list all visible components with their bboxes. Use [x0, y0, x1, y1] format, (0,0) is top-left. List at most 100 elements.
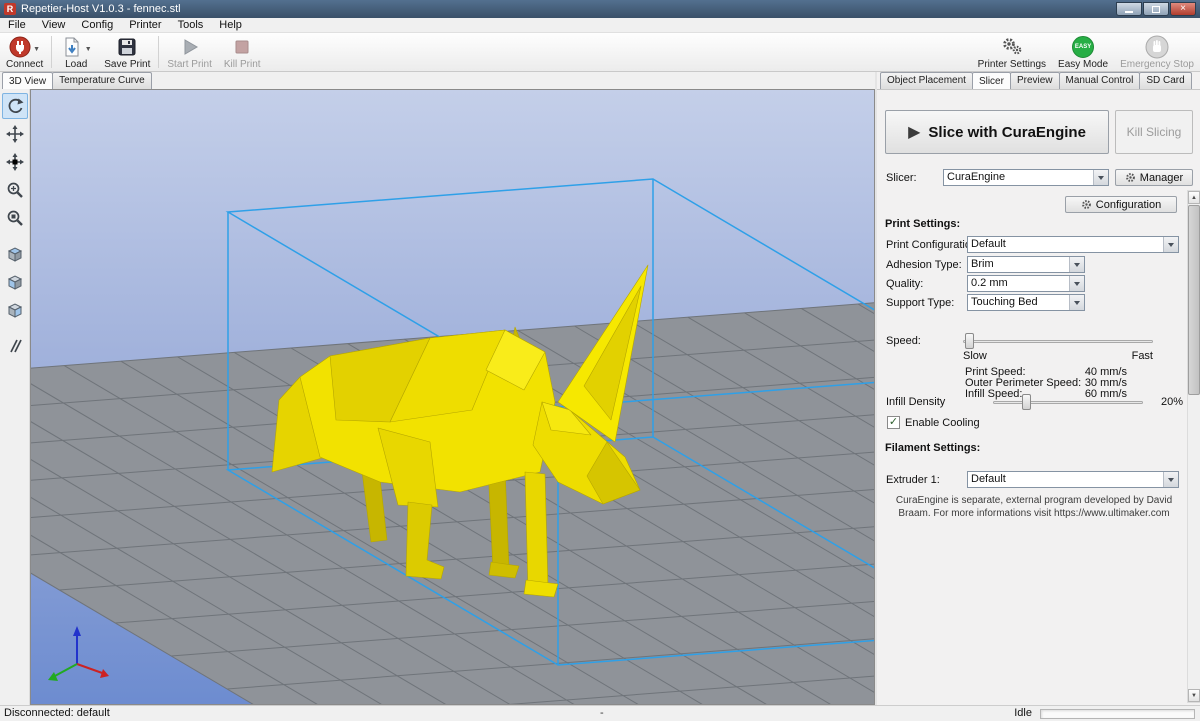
enable-cooling-checkbox[interactable] — [887, 416, 900, 429]
kill-print-icon — [231, 35, 253, 59]
menu-help[interactable]: Help — [211, 18, 250, 33]
menu-view[interactable]: View — [34, 18, 74, 33]
menu-config[interactable]: Config — [73, 18, 121, 33]
start-print-icon — [179, 35, 201, 59]
workspace: 3D View Temperature Curve — [0, 72, 1200, 705]
speed-slider[interactable] — [963, 332, 1153, 350]
infill-density-slider-thumb[interactable] — [1022, 394, 1031, 410]
isometric-cube-icon — [5, 244, 25, 264]
gear-icon — [1081, 199, 1092, 210]
move-object-button[interactable] — [2, 149, 28, 175]
connect-button[interactable]: ▼ Connect — [0, 33, 49, 71]
title-bar: R Repetier-Host V1.0.3 - fennec.stl × — [0, 0, 1200, 18]
easy-mode-button[interactable]: EASY Easy Mode — [1052, 33, 1114, 71]
printer-settings-button[interactable]: Printer Settings — [972, 33, 1052, 71]
rotate-icon — [5, 96, 25, 116]
tab-manual-control[interactable]: Manual Control — [1059, 72, 1141, 89]
menu-tools[interactable]: Tools — [170, 18, 212, 33]
gear-icon — [1125, 172, 1136, 183]
dropdown-arrow-icon[interactable] — [1163, 472, 1178, 487]
load-icon — [61, 35, 83, 59]
tab-slicer[interactable]: Slicer — [972, 72, 1011, 89]
quality-select[interactable]: 0.2 mm — [967, 275, 1085, 292]
app-logo-icon: R — [4, 3, 16, 15]
scrollbar-thumb[interactable] — [1188, 205, 1200, 395]
front-cube-icon — [5, 272, 25, 292]
dropdown-arrow-icon[interactable] — [1069, 257, 1084, 272]
print-configuration-select[interactable]: Default — [967, 236, 1179, 253]
rotate-view-button[interactable] — [2, 93, 28, 119]
menu-printer[interactable]: Printer — [121, 18, 169, 33]
scroll-down-icon[interactable]: ▼ — [1188, 689, 1200, 702]
scroll-up-icon[interactable]: ▲ — [1188, 191, 1200, 204]
dropdown-arrow-icon[interactable] — [1093, 170, 1108, 185]
view-tools-column — [0, 89, 30, 705]
tab-sd-card[interactable]: SD Card — [1139, 72, 1191, 89]
tab-object-placement[interactable]: Object Placement — [880, 72, 973, 89]
infill-density-value: 20% — [1145, 396, 1183, 408]
tab-temperature-curve[interactable]: Temperature Curve — [52, 72, 152, 89]
start-print-button[interactable]: Start Print — [161, 33, 217, 71]
support-type-label: Support Type: — [886, 297, 954, 309]
zoom-object-icon — [5, 208, 25, 228]
parallel-projection-button[interactable] — [2, 333, 28, 359]
view-top-button[interactable] — [2, 297, 28, 323]
view-isometric-button[interactable] — [2, 241, 28, 267]
slicer-label: Slicer: — [886, 172, 917, 184]
zoom-icon — [5, 180, 25, 200]
parallel-projection-icon — [5, 336, 25, 356]
quality-label: Quality: — [886, 278, 923, 290]
kill-slicing-button[interactable]: Kill Slicing — [1115, 110, 1193, 154]
tab-3d-view[interactable]: 3D View — [2, 72, 53, 89]
emergency-stop-icon — [1145, 35, 1169, 59]
infill-density-slider[interactable] — [993, 393, 1143, 411]
infill-density-label: Infill Density — [886, 396, 945, 408]
tab-preview[interactable]: Preview — [1010, 72, 1060, 89]
view-tab-strip: 3D View Temperature Curve — [2, 72, 151, 89]
status-center: - — [600, 707, 604, 719]
slice-with-curaengine-button[interactable]: ▶ Slice with CuraEngine — [885, 110, 1109, 154]
connection-status: Disconnected: default — [4, 707, 110, 719]
configuration-button[interactable]: Configuration — [1065, 196, 1177, 213]
printer-state: Idle — [1014, 707, 1032, 719]
printer-settings-gears-icon — [1000, 35, 1024, 59]
move-view-button[interactable] — [2, 121, 28, 147]
save-print-button[interactable]: Save Print — [98, 33, 156, 71]
view-front-button[interactable] — [2, 269, 28, 295]
dropdown-arrow-icon[interactable] — [1069, 276, 1084, 291]
app-window: R Repetier-Host V1.0.3 - fennec.stl × Fi… — [0, 0, 1200, 721]
enable-cooling-label: Enable Cooling — [905, 417, 980, 429]
dropdown-arrow-icon[interactable] — [1163, 237, 1178, 252]
scene-3d[interactable] — [31, 90, 874, 704]
slicer-panel: ▶ Slice with CuraEngine Kill Slicing Sli… — [877, 89, 1200, 705]
dropdown-arrow-icon[interactable] — [1069, 295, 1084, 310]
close-button[interactable]: × — [1170, 2, 1196, 16]
top-cube-icon — [5, 300, 25, 320]
adhesion-type-select[interactable]: Brim — [967, 256, 1085, 273]
play-icon: ▶ — [908, 122, 920, 142]
menu-file[interactable]: File — [0, 18, 34, 33]
load-dropdown-caret[interactable]: ▼ — [85, 46, 92, 53]
status-bar: Disconnected: default - Idle — [0, 705, 1200, 721]
right-panel: Object Placement Slicer Preview Manual C… — [877, 72, 1200, 705]
speed-slider-thumb[interactable] — [965, 333, 974, 349]
kill-print-button[interactable]: Kill Print — [218, 33, 267, 71]
connect-dropdown-caret[interactable]: ▼ — [33, 46, 40, 53]
manager-button[interactable]: Manager — [1115, 169, 1193, 186]
extruder-1-select[interactable]: Default — [967, 471, 1179, 488]
easy-mode-icon: EASY — [1072, 36, 1094, 58]
zoom-object-button[interactable] — [2, 205, 28, 231]
move-object-icon — [5, 152, 25, 172]
emergency-stop-button[interactable]: Emergency Stop — [1114, 33, 1200, 71]
menu-bar: File View Config Printer Tools Help — [0, 18, 1200, 33]
connect-icon — [9, 35, 31, 59]
speed-slow-label: Slow — [963, 350, 987, 362]
zoom-view-button[interactable] — [2, 177, 28, 203]
panel-scrollbar[interactable]: ▲ ▼ — [1187, 190, 1200, 703]
viewport-3d[interactable] — [30, 89, 875, 705]
slicer-select[interactable]: CuraEngine — [943, 169, 1109, 186]
minimize-button[interactable] — [1116, 2, 1142, 16]
support-type-select[interactable]: Touching Bed — [967, 294, 1085, 311]
maximize-button[interactable] — [1143, 2, 1169, 16]
load-button[interactable]: ▼ Load — [54, 33, 98, 71]
